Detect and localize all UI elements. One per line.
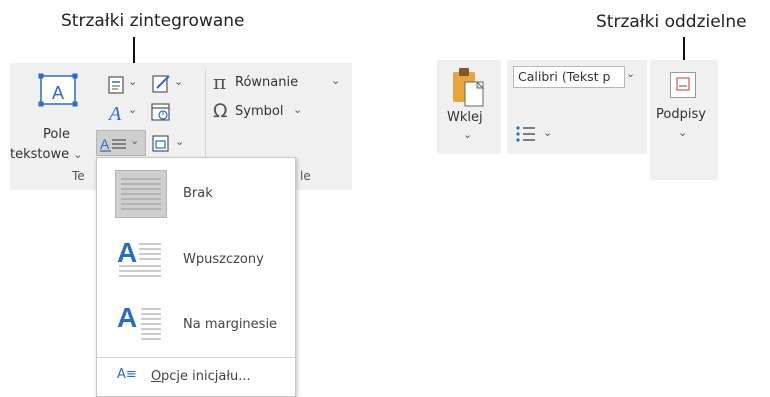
symbol-button[interactable]: Ω Symbol ⌄ [213,100,333,123]
group-label-text: Te [72,169,85,183]
group-label-symbols: le [300,169,311,183]
dropcap-options-icon: A≡ [117,367,137,382]
paste-label: Wklej [447,110,483,125]
dropcap-none-preview [115,170,167,218]
svg-text:A: A [117,237,137,268]
signature-icon [676,77,690,91]
signatures-chevron-icon: ⌄ [678,126,688,139]
svg-text:A: A [107,103,122,123]
equation-button[interactable]: π Równanie ⌄ [213,70,349,94]
text-box-button[interactable]: A Pole tekstowe ⌄ [10,69,100,162]
dropcap-option-margin-label: Na marginesie [183,317,278,332]
chevron-down-icon: ⌄ [73,148,83,161]
dropcap-option-dropped[interactable]: A Wpuszczony [97,228,295,290]
svg-text:A: A [52,83,64,103]
font-name-combobox[interactable]: Calibri (Tekst p [513,66,625,88]
font-name-chevron-icon[interactable]: ⌄ [626,67,635,80]
svg-text:A: A [117,302,137,333]
dropcap-chevron-icon: ⌄ [130,134,140,147]
dropcap-option-none[interactable]: Brak [97,162,295,224]
paste-chevron-icon: ⌄ [463,128,473,141]
equation-chevron-icon: ⌄ [331,74,341,87]
paste-group: Wklej ⌄ [437,60,501,154]
object-icon[interactable] [150,133,172,155]
text-box-label-line1: Pole [43,127,70,142]
signature-line-chevron-icon[interactable]: ⌄ [174,75,183,88]
callout-separate-arrows: Strzałki oddzielne [596,12,747,32]
dropcap-button[interactable]: A ⌄ [96,130,146,156]
dropped-cap-icon: A [117,237,161,277]
paste-icon [453,68,485,107]
signature-line-icon[interactable] [150,73,172,95]
bullets-chevron-icon[interactable]: ⌄ [543,126,552,139]
signatures-label: Podpisy [656,107,706,122]
bullets-icon[interactable] [515,124,537,144]
signatures-button[interactable]: Podpisy ⌄ [650,60,718,180]
dropcap-option-none-label: Brak [183,186,213,201]
dropcap-option-dropped-label: Wpuszczony [183,252,264,267]
dropcap-options-label-accesskey: O [151,369,162,384]
dropcap-option-margin[interactable]: A Na marginesie [97,293,295,355]
symbol-label: Symbol [235,104,284,119]
dropcap-options-item[interactable]: A≡ O pcje inicjału... [97,363,295,391]
symbol-icon: Ω [213,100,228,122]
equation-icon: π [213,70,227,94]
quick-parts-icon[interactable] [106,75,126,95]
date-time-icon[interactable] [150,101,172,123]
quick-parts-chevron-icon[interactable]: ⌄ [128,75,137,88]
text-box-icon: A [38,73,78,107]
text-box-label-line2: tekstowe ⌄ [10,147,82,162]
symbol-chevron-icon: ⌄ [293,103,303,116]
svg-text:A: A [100,136,110,152]
text-box-label-line2-text: tekstowe [10,147,70,162]
margin-cap-icon: A [117,302,161,340]
signature-icon-box [670,72,696,98]
lines-icon [121,178,161,210]
wordart-chevron-icon[interactable]: ⌄ [128,103,137,116]
menu-divider [97,357,295,358]
dropcap-dropped-preview: A [115,236,165,282]
callout-integrated-arrows: Strzałki zintegrowane [61,11,245,31]
dropcap-options-label: pcje inicjału... [161,369,251,384]
dropcap-menu: Brak A Wpuszczony A Na marginesie A≡ O p… [96,157,296,397]
paste-button[interactable]: Wklej ⌄ [437,60,501,154]
wordart-icon[interactable]: A [106,101,128,123]
font-name-value: Calibri (Tekst p [518,69,611,84]
equation-label: Równanie [235,75,299,90]
object-chevron-icon[interactable]: ⌄ [175,135,184,148]
dropcap-margin-preview: A [115,301,165,347]
group-separator [205,69,206,164]
font-group: Calibri (Tekst p ⌄ ⌄ [507,60,647,154]
signatures-group: Podpisy ⌄ [650,60,718,180]
dropcap-icon: A [100,136,126,152]
